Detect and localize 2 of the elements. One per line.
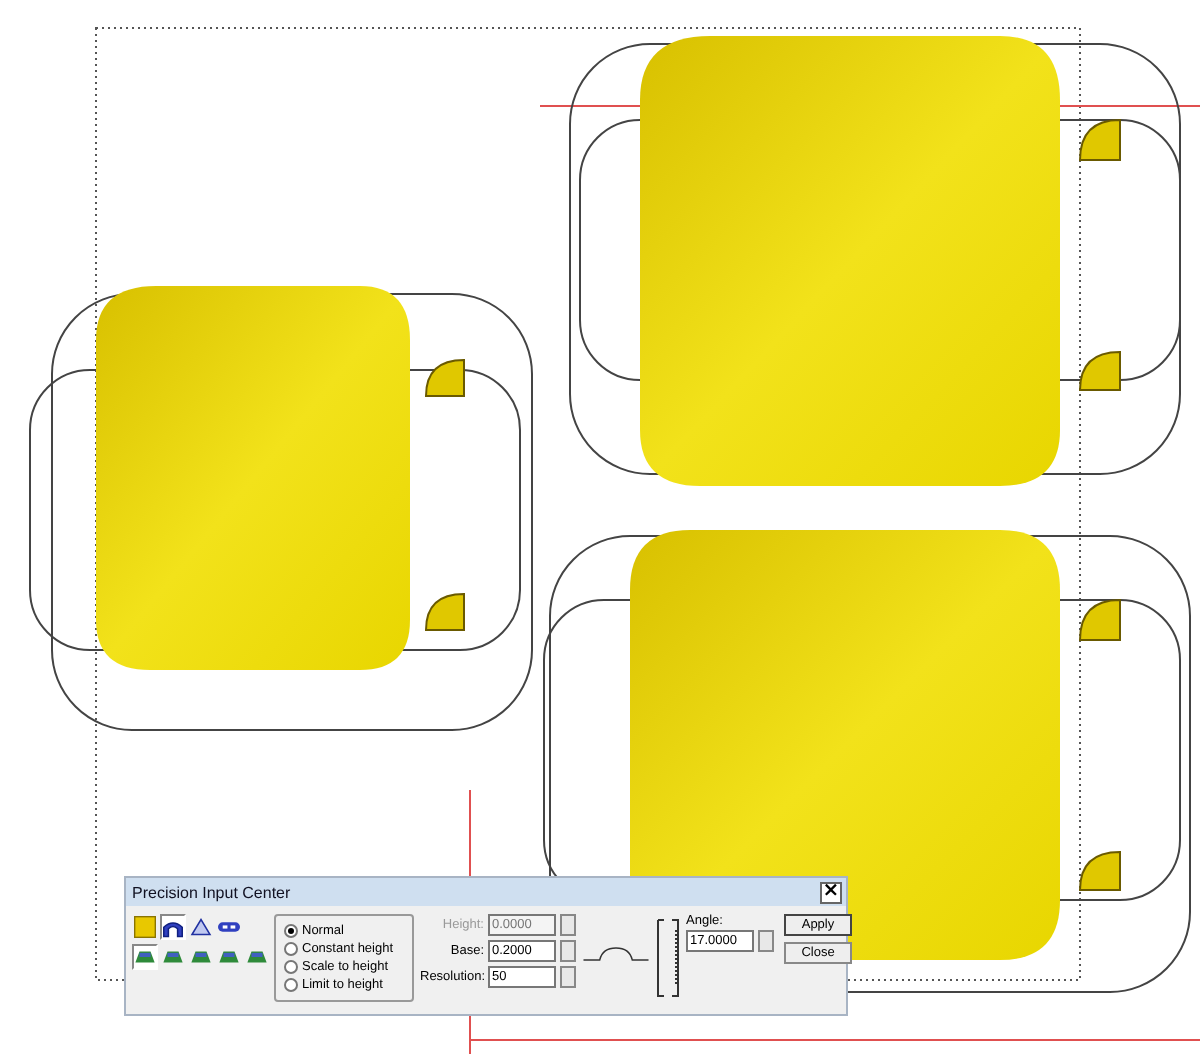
dialog-title: Precision Input Center xyxy=(132,883,291,901)
close-button[interactable]: × xyxy=(820,881,842,903)
